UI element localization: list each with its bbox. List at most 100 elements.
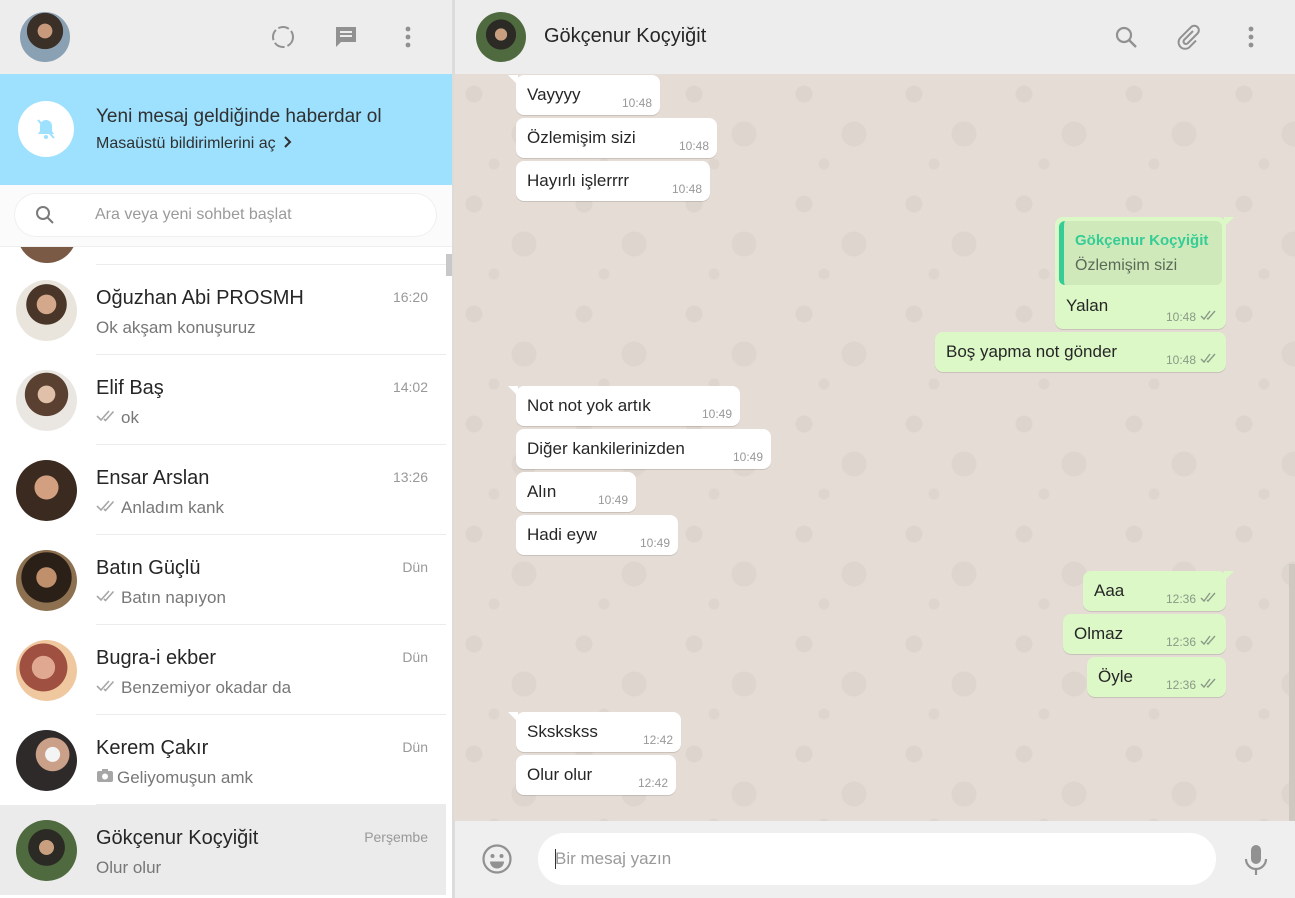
- chat-time: Perşembe: [364, 829, 428, 845]
- search-box[interactable]: [15, 194, 436, 236]
- enable-notifications-link[interactable]: Masaüstü bildirimlerini aç: [96, 135, 292, 153]
- double-check-icon: [96, 498, 118, 518]
- message-meta: 10:49: [702, 407, 732, 421]
- double-check-icon: [1200, 592, 1218, 606]
- incoming-message[interactable]: Alın 10:49: [516, 472, 636, 512]
- message-text: Öyle: [1098, 667, 1133, 686]
- menu-icon[interactable]: [393, 22, 423, 52]
- chat-preview-text: Batın napıyon: [121, 588, 226, 607]
- menu-icon[interactable]: [1235, 21, 1267, 53]
- double-check-icon: [96, 408, 118, 428]
- message-meta: 10:48: [1166, 353, 1218, 367]
- chat-list-scrollbar[interactable]: [446, 254, 452, 276]
- message-text: Olur olur: [527, 765, 593, 784]
- status-icon[interactable]: [268, 22, 298, 52]
- chat-time: Dün: [402, 649, 428, 665]
- chat-list-item[interactable]: Elif Baş 14:02 ok: [0, 355, 446, 445]
- message-box[interactable]: [538, 833, 1216, 885]
- chat-time: 16:20: [392, 289, 428, 305]
- contact-avatar[interactable]: [476, 12, 526, 62]
- chat-list-item[interactable]: Gökçenur Koçyiğit Perşembe Olur olur: [0, 805, 446, 895]
- incoming-message[interactable]: Not not yok artık 10:49: [508, 386, 740, 426]
- conversation-header: Gökçenur Koçyiğit: [454, 0, 1295, 74]
- message-input[interactable]: [555, 833, 1195, 885]
- message-text: Olmaz: [1074, 624, 1124, 643]
- quote-text: Özlemişim sizi: [1075, 257, 1178, 274]
- outgoing-message[interactable]: Öyle 12:36: [1087, 657, 1226, 697]
- chat-preview-text: Olur olur: [96, 858, 162, 877]
- incoming-message[interactable]: Hadi eyw 10:49: [516, 515, 678, 555]
- message-text: Alın: [527, 482, 557, 501]
- message-area-scrollbar[interactable]: [1289, 564, 1295, 821]
- chat-list-item[interactable]: Oğuzhan Abi PROSMH 16:20 Ok akşam konuşuru…: [0, 265, 446, 355]
- message-meta: 12:36: [1166, 592, 1218, 606]
- bubble-tail: [508, 75, 518, 85]
- message-time: 10:49: [701, 407, 732, 421]
- incoming-message[interactable]: Olur olur 12:42: [516, 755, 676, 795]
- bubble-tail: [508, 712, 518, 722]
- message-text: Boş yapma not gönder: [946, 342, 1118, 361]
- chevron-right-icon: [280, 135, 292, 152]
- search-input[interactable]: [95, 194, 425, 236]
- message-text: Özlemişim sizi: [527, 128, 636, 147]
- chat-list-item[interactable]: Ensar Arslan 13:26 Anladım kank: [0, 445, 446, 535]
- bubble-tail: [1224, 217, 1234, 227]
- incoming-message[interactable]: Hayırlı işlerrrr 10:48: [516, 161, 710, 201]
- avatar: [16, 280, 77, 341]
- message-area: Vayyyy 10:48 Özlemişim sizi 10:48 Hayırlı iş…: [454, 74, 1295, 821]
- chat-time: 14:02: [392, 379, 428, 395]
- avatar: [16, 460, 77, 521]
- avatar: [16, 730, 77, 791]
- message-time: 10:48: [671, 182, 702, 196]
- message-time: 10:48: [1165, 310, 1196, 324]
- message-meta: 12:36: [1166, 678, 1218, 692]
- message-text: Yalan: [1066, 296, 1109, 315]
- incoming-message[interactable]: Diğer kankilerinizden 10:49: [516, 429, 771, 469]
- chat-list-item[interactable]: Kerem Çakır Dün Geliyomuşun amk: [0, 715, 446, 805]
- quoted-message[interactable]: Gökçenur Koçyiğit Özlemişim sizi: [1059, 221, 1222, 285]
- chat-list-item[interactable]: Batın Güçlü Dün Batın napıyon: [0, 535, 446, 625]
- chat-name: Batın Güçlü: [96, 557, 201, 579]
- microphone-icon[interactable]: [1241, 843, 1271, 877]
- search-icon[interactable]: [1110, 21, 1142, 53]
- my-profile-avatar[interactable]: [20, 12, 70, 62]
- chat-time: Dün: [402, 559, 428, 575]
- chat-list-pane: Yeni mesaj geldiğinde haberdar ol Masaüs…: [0, 0, 453, 898]
- bubble-tail: [508, 386, 518, 396]
- message-time: 12:36: [1165, 635, 1196, 649]
- contact-name[interactable]: Gökçenur Koçyiğit: [544, 25, 706, 48]
- chat-preview: Olur olur: [96, 858, 161, 878]
- outgoing-message[interactable]: Boş yapma not gönder 10:48: [935, 332, 1226, 372]
- double-check-icon: [1200, 678, 1218, 692]
- message-meta: 10:48: [672, 182, 702, 196]
- chat-preview: Anladım kank: [96, 498, 224, 518]
- avatar: [16, 370, 77, 431]
- chat-preview-text: Geliyomuşun amk: [117, 768, 254, 787]
- chat-name: Oğuzhan Abi PROSMH: [96, 287, 304, 309]
- incoming-message[interactable]: Skskskss 12:42: [508, 712, 681, 752]
- message-time: 12:42: [642, 733, 673, 747]
- chat-list-item[interactable]: Bugra-i ekber Dün Benzemiyor okadar da: [0, 625, 446, 715]
- chat-preview-text: Benzemiyor okadar da: [121, 678, 292, 697]
- notification-link-label: Masaüstü bildirimlerini aç: [96, 135, 276, 152]
- new-chat-icon[interactable]: [331, 22, 361, 52]
- composer: [454, 821, 1295, 898]
- chat-time: Dün: [402, 739, 428, 755]
- outgoing-message[interactable]: Olmaz 12:36: [1063, 614, 1226, 654]
- incoming-message[interactable]: Vayyyy 10:48: [508, 75, 660, 115]
- message-meta: 10:48: [622, 96, 652, 110]
- double-check-icon: [1200, 635, 1218, 649]
- avatar: [16, 550, 77, 611]
- message-time: 10:49: [597, 493, 628, 507]
- attach-icon[interactable]: [1172, 21, 1204, 53]
- chat-preview: Benzemiyor okadar da: [96, 678, 291, 698]
- chat-list: Oğuzhan Abi PROSMH 16:20 Ok akşam konuşuru…: [0, 247, 446, 898]
- message-time: 10:49: [639, 536, 670, 550]
- incoming-message[interactable]: Özlemişim sizi 10:48: [516, 118, 717, 158]
- outgoing-message[interactable]: Aaa 12:36: [1083, 571, 1234, 611]
- outgoing-message[interactable]: Gökçenur Koçyiğit Özlemişim sizi Yalan 10:4…: [1055, 217, 1234, 329]
- partial-chat-row[interactable]: [0, 247, 446, 265]
- bell-off-icon: [18, 101, 74, 157]
- emoji-icon[interactable]: [481, 843, 513, 875]
- message-meta: 10:49: [640, 536, 670, 550]
